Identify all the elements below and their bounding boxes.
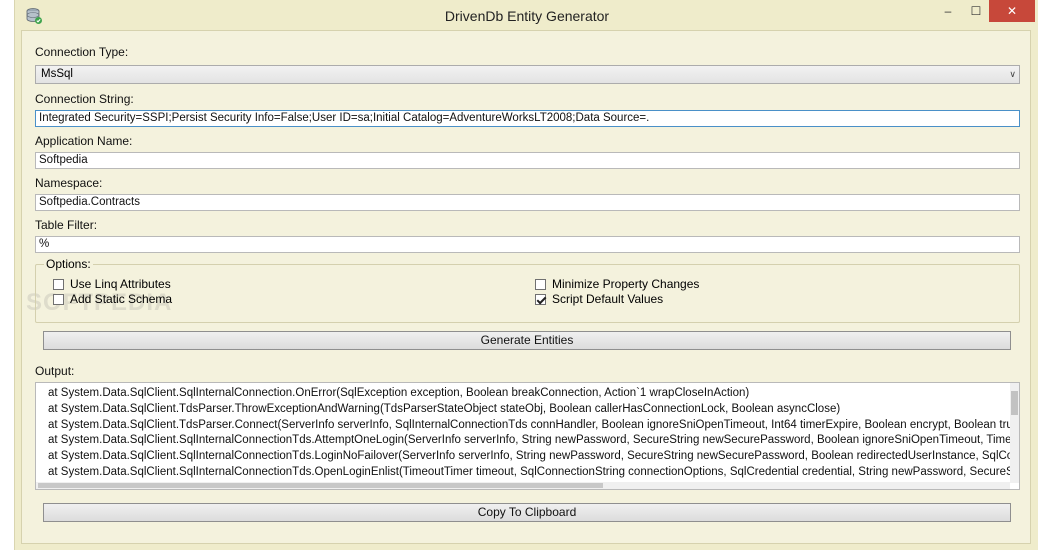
main-panel: SOFTPEDIA Connection Type: MsSql ∨ Conne… [21, 30, 1031, 544]
generate-entities-button[interactable]: Generate Entities [43, 331, 1011, 350]
close-button[interactable]: ✕ [989, 0, 1035, 22]
application-name-label: Application Name: [35, 134, 133, 148]
namespace-field[interactable]: Softpedia.Contracts [35, 194, 1020, 211]
window-title: DrivenDb Entity Generator [444, 8, 610, 24]
use-linq-checkbox[interactable]: Use Linq Attributes [53, 277, 171, 291]
scroll-thumb[interactable] [1011, 391, 1018, 415]
script-default-values-checkbox[interactable]: Script Default Values [535, 292, 663, 306]
output-line: at System.Data.SqlClient.SqlInternalConn… [48, 387, 750, 399]
output-textbox[interactable]: at System.Data.SqlClient.SqlInternalConn… [35, 382, 1020, 490]
script-default-values-label: Script Default Values [552, 292, 664, 306]
options-legend: Options: [44, 257, 93, 271]
connection-type-value: MsSql [41, 68, 73, 80]
connection-type-select[interactable]: MsSql ∨ [35, 65, 1020, 84]
title-bar: DrivenDb Entity Generator – ☐ ✕ [15, 0, 1038, 30]
use-linq-label: Use Linq Attributes [70, 277, 171, 291]
app-window: DrivenDb Entity Generator – ☐ ✕ SOFTPEDI… [14, 0, 1038, 550]
horizontal-scrollbar[interactable] [36, 482, 1010, 489]
vertical-scrollbar[interactable] [1010, 383, 1019, 483]
connection-string-field[interactable]: Integrated Security=SSPI;Persist Securit… [35, 110, 1020, 127]
checkmark-icon [535, 293, 546, 305]
output-lines: at System.Data.SqlClient.SqlInternalConn… [48, 386, 1019, 481]
minimize-property-changes-label: Minimize Property Changes [552, 277, 700, 291]
copy-to-clipboard-button[interactable]: Copy To Clipboard [43, 503, 1011, 522]
scroll-thumb[interactable] [38, 483, 603, 488]
output-line: at System.Data.SqlClient.TdsParser.Conne… [48, 418, 1019, 431]
maximize-button[interactable]: ☐ [963, 0, 989, 22]
options-group: Options: Use Linq Attributes Add Static … [35, 257, 1020, 323]
checkbox-box [53, 278, 64, 290]
connection-string-label: Connection String: [35, 92, 134, 106]
output-line: at System.Data.SqlClient.SqlInternalConn… [48, 434, 1019, 447]
application-name-field[interactable]: Softpedia [35, 152, 1020, 169]
output-line: at System.Data.SqlClient.SqlInternalConn… [48, 465, 1019, 478]
minimize-property-changes-checkbox[interactable]: Minimize Property Changes [535, 277, 699, 291]
minimize-button[interactable]: – [935, 0, 961, 22]
chevron-down-icon: ∨ [1009, 69, 1016, 79]
table-filter-label: Table Filter: [35, 218, 98, 232]
checkbox-box [53, 293, 64, 305]
table-filter-field[interactable]: % [35, 236, 1020, 253]
output-label: Output: [35, 364, 75, 378]
checkbox-box [535, 278, 546, 290]
connection-type-label: Connection Type: [35, 45, 129, 59]
add-static-schema-label: Add Static Schema [70, 292, 173, 306]
namespace-label: Namespace: [35, 176, 103, 190]
output-line: at System.Data.SqlClient.SqlInternalConn… [48, 450, 1019, 463]
add-static-schema-checkbox[interactable]: Add Static Schema [53, 292, 172, 306]
output-line: at System.Data.SqlClient.TdsParser.Throw… [48, 402, 841, 415]
